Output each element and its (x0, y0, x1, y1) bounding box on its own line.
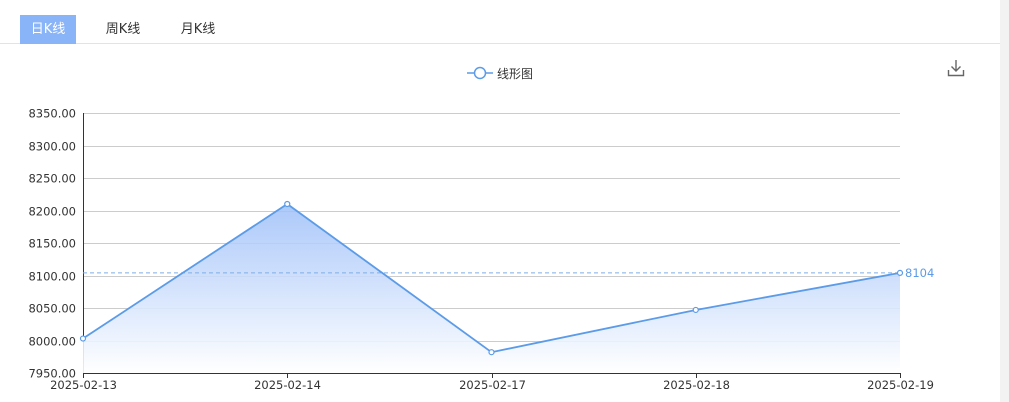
y-tick-label: 8300.00 (28, 140, 76, 154)
x-tick-label: 2025-02-14 (254, 378, 321, 392)
x-tick-label: 2025-02-13 (50, 378, 117, 392)
data-point (79, 335, 87, 342)
data-point (284, 200, 291, 208)
series-area (83, 204, 900, 373)
y-tick-label: 8150.00 (28, 237, 76, 251)
y-tick-label: 8350.00 (28, 107, 76, 121)
y-tick-label: 8250.00 (28, 172, 76, 186)
x-tick-label: 2025-02-18 (663, 378, 730, 392)
y-tick-label: 8100.00 (28, 270, 76, 284)
data-point (896, 269, 904, 276)
line-chart: 7950.008000.008050.008100.008150.008200.… (28, 107, 934, 393)
data-point (692, 306, 699, 314)
y-tick-label: 8050.00 (28, 302, 76, 316)
data-point (488, 349, 495, 356)
x-tick-label: 2025-02-19 (867, 378, 934, 392)
y-tick-label: 8200.00 (28, 205, 76, 219)
y-tick-label: 8000.00 (28, 335, 76, 349)
x-tick-label: 2025-02-17 (459, 378, 526, 392)
scrollbar-track (1000, 0, 1009, 402)
reference-line-label: 8104 (905, 266, 934, 280)
